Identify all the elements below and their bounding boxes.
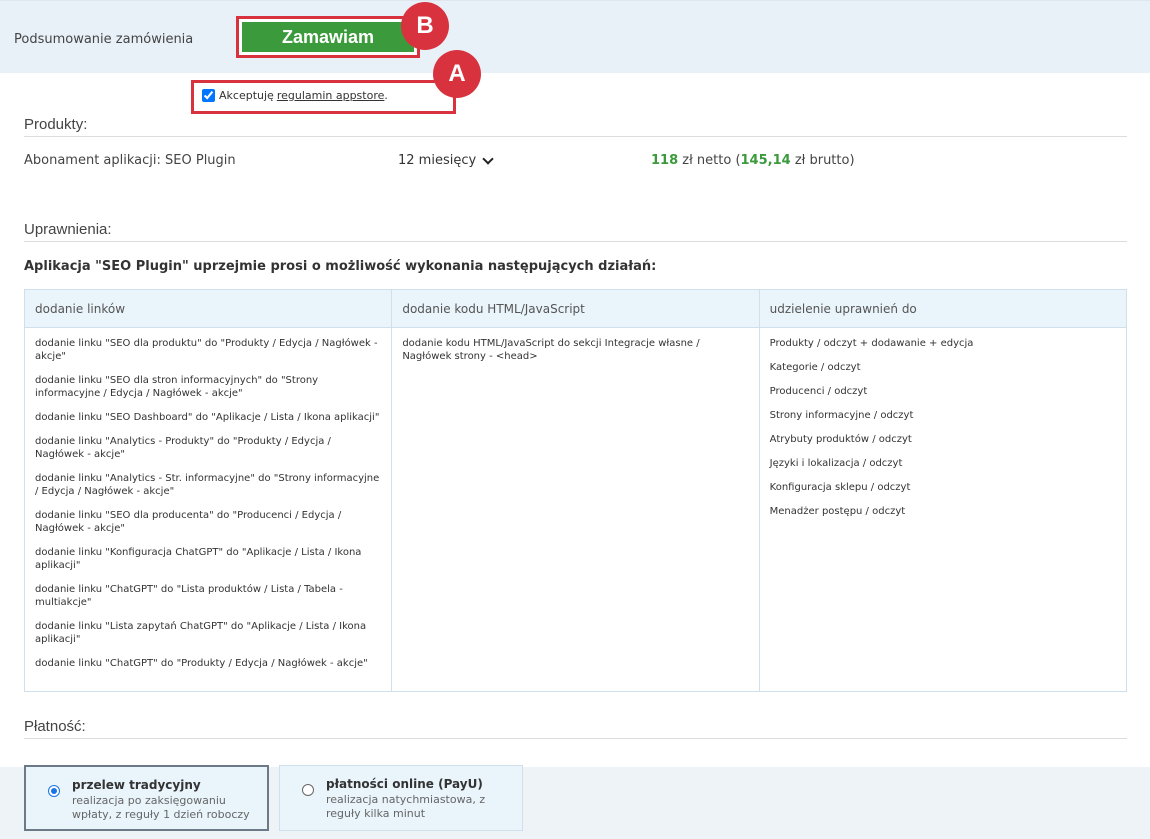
permission-item: dodanie linku "Analytics - Produkty" do … [35,436,331,460]
permission-item: Menadżer postępu / odczyt [769,506,906,517]
permissions-column: udzielenie uprawnień do Produkty / odczy… [759,290,1126,691]
terms-suffix: . [384,89,388,102]
column-header: dodanie linków [25,290,392,328]
terms-link[interactable]: regulamin appstore [277,89,385,102]
product-row: Abonament aplikacji: SEO Plugin 12 miesi… [24,152,1124,173]
permission-item: dodanie linku "SEO Dashboard" do "Aplika… [35,412,380,423]
terms-row: Akceptuję regulamin appstore . [202,89,388,102]
product-name: Abonament aplikacji: SEO Plugin [24,153,236,168]
annotation-badge-b: B [401,2,449,50]
summary-title: Podsumowanie zamówienia [14,32,194,47]
terms-highlight: Akceptuję regulamin appstore . [191,80,456,114]
column-header: dodanie kodu HTML/JavaScript [392,290,759,328]
column-items: dodanie linku "SEO dla produktu" do "Pro… [25,328,391,690]
permissions-table: dodanie linków dodanie linku "SEO dla pr… [24,289,1127,692]
period-value: 12 miesięcy [398,153,477,168]
permission-item: Kategorie / odczyt [769,362,861,373]
column-items: dodanie kodu HTML/JavaScript do sekcji I… [392,328,758,383]
permission-item: Języki i lokalizacja / odczyt [769,458,903,469]
order-button-highlight: Zamawiam [236,16,420,58]
payment-option-title: przelew tradycyjny [72,778,201,792]
products-title: Produkty: [24,116,88,133]
column-header: udzielenie uprawnień do [759,290,1126,328]
permission-item: Strony informacyjne / odczyt [769,410,914,421]
payment-option-transfer[interactable]: przelew tradycyjny realizacja po zaksięg… [24,765,269,831]
order-summary-bar: Podsumowanie zamówienia [0,0,1150,73]
annotation-badge-a: A [433,50,481,98]
permission-item: Producenci / odczyt [769,386,868,397]
chevron-down-icon [482,152,494,165]
payment-option-payu[interactable]: płatności online (PayU) realizacja natyc… [279,765,523,831]
net-price: 118 [651,153,679,168]
terms-prefix: Akceptuję [219,89,274,102]
permission-item: dodanie linku "SEO dla producenta" do "P… [35,510,342,534]
period-select[interactable]: 12 miesięcy [398,152,494,168]
permission-item: dodanie linku "ChatGPT" do "Lista produk… [35,584,343,608]
permission-item: Konfiguracja sklepu / odczyt [769,482,911,493]
radio-button[interactable] [302,784,314,796]
permission-item: Produkty / odczyt + dodawanie + edycja [769,338,974,349]
terms-checkbox[interactable] [202,89,215,102]
gross-label: zł brutto) [790,153,855,168]
order-button[interactable]: Zamawiam [242,22,414,52]
permission-item: dodanie linku "SEO dla stron informacyjn… [35,375,319,399]
payment-option-title: płatności online (PayU) [326,777,483,791]
permission-item: dodanie linku "Lista zapytań ChatGPT" do… [35,621,367,645]
divider [24,241,1127,242]
column-items: Produkty / odczyt + dodawanie + edycja K… [760,328,1126,538]
divider [24,738,1127,739]
gross-price: 145,14 [740,153,791,168]
permissions-column: dodanie linków dodanie linku "SEO dla pr… [25,290,393,691]
permission-item: dodanie kodu HTML/JavaScript do sekcji I… [402,338,700,362]
divider [24,136,1127,137]
payment-title: Płatność: [24,718,86,735]
net-label: zł netto ( [678,153,741,168]
payment-option-desc: realizacja natychmiastowa, z reguły kilk… [326,793,486,820]
permission-item: Atrybuty produktów / odczyt [769,434,912,445]
permissions-title: Uprawnienia: [24,221,112,238]
permission-item: dodanie linku "Analytics - Str. informac… [35,473,380,497]
permission-item: dodanie linku "Konfiguracja ChatGPT" do … [35,547,362,571]
permission-item: dodanie linku "ChatGPT" do "Produkty / E… [35,658,368,669]
permissions-heading: Aplikacja "SEO Plugin" uprzejmie prosi o… [24,259,657,274]
radio-button[interactable] [48,785,60,797]
permissions-column: dodanie kodu HTML/JavaScript dodanie kod… [392,290,760,691]
payment-option-desc: realizacja po zaksięgowaniu wpłaty, z re… [72,794,250,821]
product-price: 118 zł netto (145,14 zł brutto) [651,153,855,168]
permission-item: dodanie linku "SEO dla produktu" do "Pro… [35,338,378,362]
